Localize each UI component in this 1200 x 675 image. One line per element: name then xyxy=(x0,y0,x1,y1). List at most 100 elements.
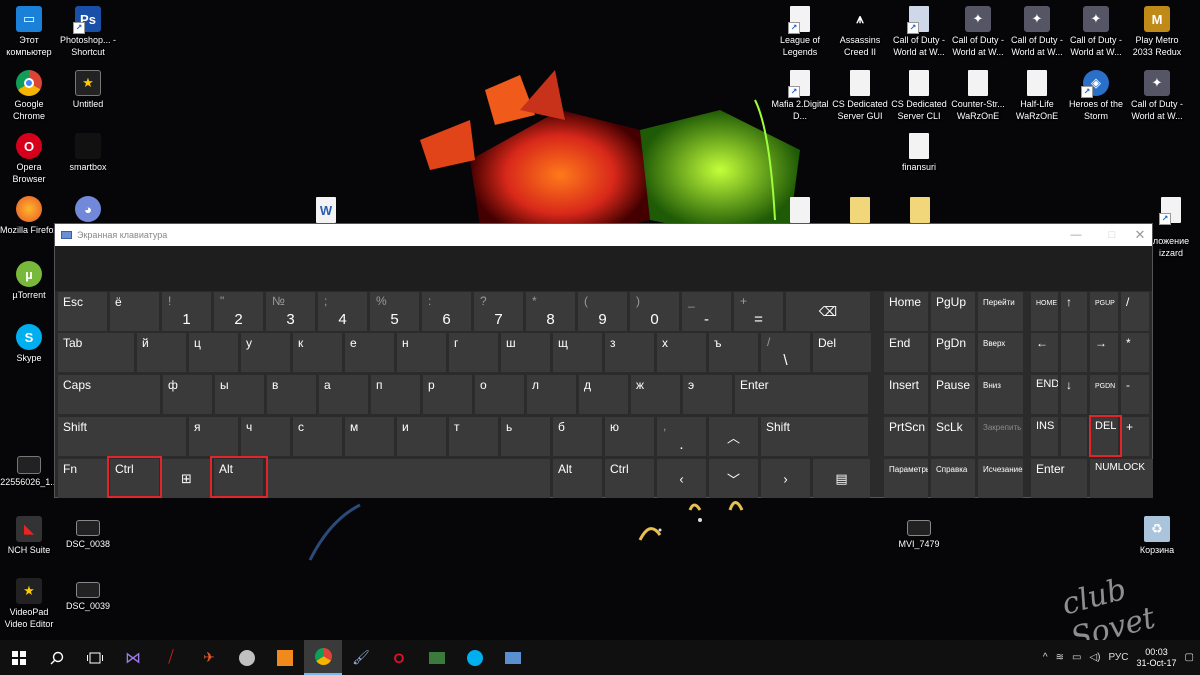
maximize-button[interactable]: □ xyxy=(1094,224,1130,246)
key-r3-8[interactable]: б xyxy=(553,417,602,456)
notifications-icon[interactable]: ▢ xyxy=(1185,652,1194,663)
desktop-icon-cod-2[interactable]: ✦ Call of Duty - World at W... xyxy=(949,6,1007,58)
desktop-icon-cs-server-cli[interactable]: CS Dedicated Server CLI xyxy=(890,70,948,122)
key-r4-9[interactable]: › xyxy=(761,459,810,498)
key-r0-1[interactable]: ё xyxy=(110,292,159,331)
desktop-icon-dsc-0038[interactable]: DSC_0038 xyxy=(59,520,117,550)
nav-key-r3-0[interactable]: PrtScn xyxy=(884,417,928,456)
nav-key-r0-2[interactable]: Перейти xyxy=(978,292,1023,331)
nav-key-r4-0[interactable]: Параметры xyxy=(884,459,928,498)
key-r2-8[interactable]: л xyxy=(527,375,576,414)
desktop-icon-opera[interactable]: O Opera Browser xyxy=(0,133,58,185)
nav-key-r4-1[interactable]: Справка xyxy=(931,459,975,498)
desktop-icon-half-life[interactable]: Half-Life WaRzOnE xyxy=(1008,70,1066,122)
taskbar-app-4[interactable] xyxy=(418,640,456,675)
close-button[interactable]: ✕ xyxy=(1128,224,1152,246)
desktop-icon-skype[interactable]: S Skype xyxy=(0,324,58,364)
numpad-key-r3-3[interactable]: + xyxy=(1121,417,1149,456)
desktop-icon-photoshop[interactable]: Ps Photoshop... - Shortcut xyxy=(59,6,117,58)
nav-key-r2-0[interactable]: Insert xyxy=(884,375,928,414)
taskbar-acrobat[interactable]: ⧸ xyxy=(152,640,190,675)
key-r0-14[interactable]: ⌫ xyxy=(786,292,870,331)
chevron-up-icon[interactable]: ^ xyxy=(1043,652,1048,663)
key-r3-4[interactable]: м xyxy=(345,417,394,456)
taskbar-skype[interactable] xyxy=(456,640,494,675)
key-r1-8[interactable]: ш xyxy=(501,333,550,372)
numpad-key-r0-1[interactable]: ↑ xyxy=(1061,292,1087,331)
key-r1-13[interactable]: / \ xyxy=(761,333,810,372)
desktop-icon-cod-4[interactable]: ✦ Call of Duty - World at W... xyxy=(1067,6,1125,58)
on-screen-keyboard-window[interactable]: Экранная клавиатура — □ ✕ Esc ё! 1 " 2 № 3; 4% 5… xyxy=(54,223,1153,498)
key-r4-8[interactable]: ﹀ xyxy=(709,459,758,498)
key-r2-12[interactable]: Enter xyxy=(735,375,868,414)
battery-icon[interactable]: ▭ xyxy=(1072,652,1081,663)
clock[interactable]: 00:03 31-Oct-17 xyxy=(1137,647,1177,669)
key-r0-10[interactable]: (9 xyxy=(578,292,627,331)
desktop-icon-cod-5[interactable]: ✦ Call of Duty - World at W... xyxy=(1128,70,1186,122)
key-r4-2[interactable]: ⊞ xyxy=(162,459,211,498)
key-r2-3[interactable]: в xyxy=(267,375,316,414)
key-r4-4[interactable] xyxy=(266,459,550,498)
numpad-key-r0-0[interactable]: HOME xyxy=(1031,292,1058,331)
key-r3-5[interactable]: и xyxy=(397,417,446,456)
numpad-key-r4-0[interactable]: Enter xyxy=(1031,459,1087,498)
desktop-icon-mvi-7479[interactable]: MVI_7479 xyxy=(890,520,948,550)
key-r1-6[interactable]: н xyxy=(397,333,446,372)
key-r1-14[interactable]: Del xyxy=(813,333,871,372)
key-r0-6[interactable]: % 5 xyxy=(370,292,419,331)
key-r0-5[interactable]: ; 4 xyxy=(318,292,367,331)
key-r4-10[interactable]: ▤ xyxy=(813,459,870,498)
taskbar-app-3[interactable] xyxy=(266,640,304,675)
key-r1-3[interactable]: у xyxy=(241,333,290,372)
numpad-key-r3-1[interactable] xyxy=(1061,417,1087,456)
desktop-icon-cod-1[interactable]: Call of Duty - World at W... xyxy=(890,6,948,58)
nav-key-r2-2[interactable]: Вниз xyxy=(978,375,1023,414)
desktop-icon-firefox[interactable]: Mozilla Firefox xyxy=(0,196,58,236)
key-r2-0[interactable]: Caps xyxy=(58,375,160,414)
nav-key-r1-2[interactable]: Вверх xyxy=(978,333,1023,372)
osk-titlebar[interactable]: Экранная клавиатура — □ ✕ xyxy=(55,224,1152,246)
desktop-icon-cs-server-gui[interactable]: CS Dedicated Server GUI xyxy=(831,70,889,122)
key-r2-7[interactable]: о xyxy=(475,375,524,414)
key-r1-5[interactable]: е xyxy=(345,333,394,372)
key-r2-2[interactable]: ы xyxy=(215,375,264,414)
desktop-icon-discord[interactable]: ◕ xyxy=(59,196,117,224)
numpad-key-r1-2[interactable]: → xyxy=(1090,333,1118,372)
nav-key-r3-1[interactable]: ScLk xyxy=(931,417,975,456)
taskbar-paint[interactable]: 🖌 xyxy=(342,640,380,675)
numpad-key-r0-2[interactable]: PGUP xyxy=(1090,292,1118,331)
key-r1-0[interactable]: Tab xyxy=(58,333,134,372)
desktop-icon-dsc-0039[interactable]: DSC_0039 xyxy=(59,582,117,612)
taskbar-chrome[interactable] xyxy=(304,640,342,675)
desktop-icon-videopad[interactable]: ★ VideoPad Video Editor xyxy=(0,578,58,630)
key-r1-12[interactable]: ъ xyxy=(709,333,758,372)
nav-key-r2-1[interactable]: Pause xyxy=(931,375,975,414)
taskbar-app-1[interactable]: ✈ xyxy=(190,640,228,675)
numpad-key-r1-1[interactable] xyxy=(1061,333,1087,372)
taskbar-visual-studio[interactable]: ⋈ xyxy=(114,640,152,675)
key-r2-5[interactable]: п xyxy=(371,375,420,414)
key-r0-12[interactable]: _ - xyxy=(682,292,731,331)
desktop-icon-heroes-of-the-storm[interactable]: ◈ Heroes of the Storm xyxy=(1067,70,1125,122)
desktop-icon-cod-3[interactable]: ✦ Call of Duty - World at W... xyxy=(1008,6,1066,58)
nav-key-r1-1[interactable]: PgDn xyxy=(931,333,975,372)
desktop-icon-utorrent[interactable]: µ µTorrent xyxy=(0,261,58,301)
numpad-key-r0-3[interactable]: / xyxy=(1121,292,1149,331)
numpad-key-r4-2[interactable]: NUMLOCK xyxy=(1090,459,1153,498)
key-r1-7[interactable]: г xyxy=(449,333,498,372)
taskbar-opera[interactable]: O xyxy=(380,640,418,675)
key-r1-10[interactable]: з xyxy=(605,333,654,372)
key-r2-6[interactable]: р xyxy=(423,375,472,414)
volume-icon[interactable]: ◁) xyxy=(1089,652,1100,663)
nav-key-r0-0[interactable]: Home xyxy=(884,292,928,331)
key-r1-9[interactable]: щ xyxy=(553,333,602,372)
numpad-key-r2-3[interactable]: - xyxy=(1121,375,1149,414)
numpad-key-r3-0[interactable]: INS xyxy=(1031,417,1058,456)
minimize-button[interactable]: — xyxy=(1058,224,1094,246)
key-r3-6[interactable]: т xyxy=(449,417,498,456)
key-r1-1[interactable]: й xyxy=(137,333,186,372)
key-r4-7[interactable]: ‹ xyxy=(657,459,706,498)
desktop-icon-smartbox[interactable]: smartbox xyxy=(59,133,117,173)
desktop-icon-this-pc[interactable]: ▭ Этот компьютер xyxy=(0,6,58,58)
key-r0-9[interactable]: * 8 xyxy=(526,292,575,331)
